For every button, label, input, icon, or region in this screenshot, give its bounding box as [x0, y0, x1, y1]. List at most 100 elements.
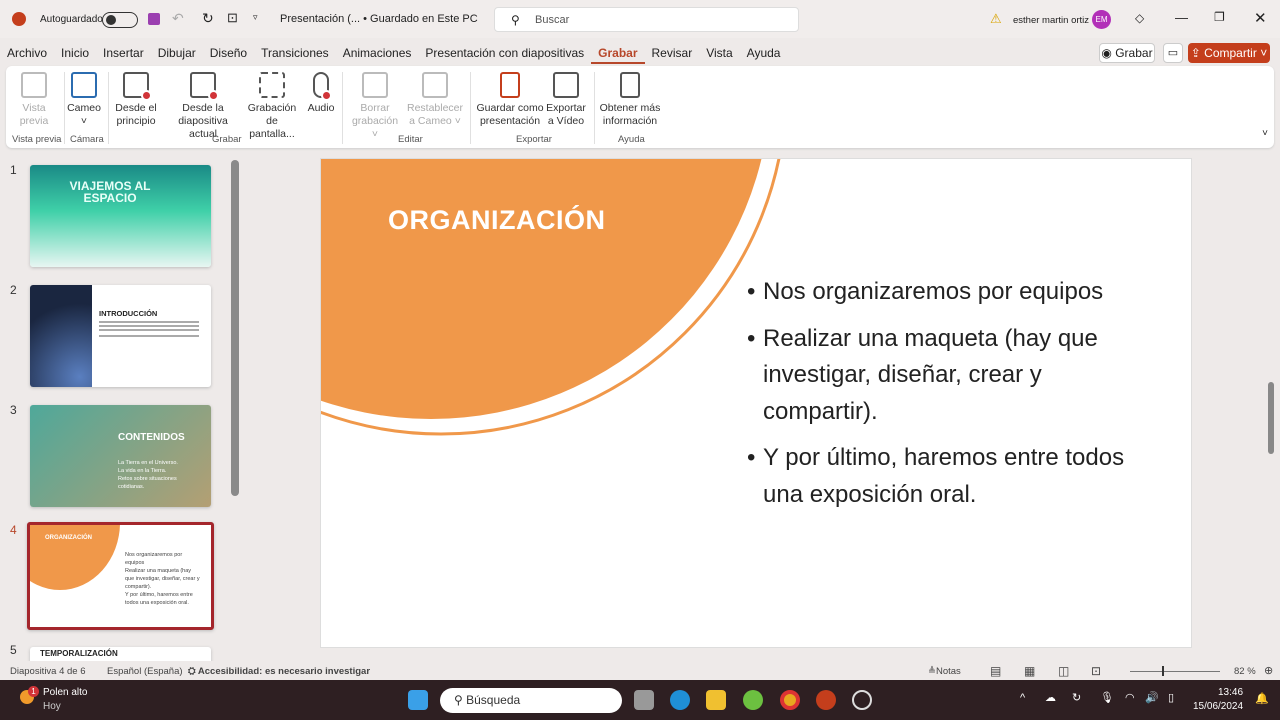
record-from-start-icon	[123, 72, 152, 101]
tray-overflow-icon[interactable]: ^	[1020, 692, 1025, 704]
battery-icon[interactable]: ▯	[1168, 691, 1174, 704]
sync-icon[interactable]: ↻	[1072, 691, 1081, 704]
customize-icon[interactable]: ▿	[253, 12, 258, 23]
save-as-show-button[interactable]: Guardar como presentación	[476, 72, 544, 128]
close-icon[interactable]: ✕	[1254, 9, 1267, 27]
notifications-icon[interactable]: 🔔	[1255, 692, 1269, 705]
from-current-button[interactable]: Desde la diapositiva actual	[166, 72, 240, 141]
thumbnail-slide-3[interactable]: CONTENIDOS La Tierra en el Universo. La v…	[30, 405, 211, 507]
save-as-show-icon	[500, 72, 520, 98]
wifi-icon[interactable]: ◠	[1125, 691, 1135, 704]
powerpoint-taskbar-icon[interactable]	[816, 690, 836, 710]
slide-canvas[interactable]: ORGANIZACIÓN Nos organizaremos por equip…	[320, 158, 1192, 648]
editor-scrollbar[interactable]	[1268, 382, 1274, 454]
slide-thumbnails-pane: 1 VIAJEMOS AL ESPACIO 2 INTRODUCCIÓN 3 C…	[0, 155, 230, 661]
premium-diamond-icon[interactable]: ◇	[1135, 11, 1144, 25]
clock-time[interactable]: 13:46	[1218, 687, 1243, 698]
tab-revisar[interactable]: Revisar	[645, 42, 700, 64]
tab-insertar[interactable]: Insertar	[96, 42, 151, 64]
clear-recording-button[interactable]: Borrar grabación ˅	[350, 72, 400, 141]
record-button[interactable]: ◉ Grabar	[1099, 43, 1155, 63]
tab-grabar[interactable]: Grabar	[591, 42, 645, 64]
accessibility-status[interactable]: ⛭ Accesibilidad: es necesario investigar	[188, 666, 370, 677]
tab-ayuda[interactable]: Ayuda	[740, 42, 788, 64]
comments-button[interactable]: ▭	[1163, 43, 1183, 63]
preview-button[interactable]: Vista previa	[16, 72, 52, 128]
notes-button[interactable]: ≜Notas	[928, 666, 961, 677]
bullet-item: Y por último, haremos entre todos una ex…	[747, 440, 1143, 513]
thumb-title: VIAJEMOS AL ESPACIO	[69, 179, 151, 205]
search-icon: ⚲	[511, 13, 520, 27]
autosave-toggle[interactable]	[102, 12, 138, 28]
slide-title: ORGANIZACIÓN	[388, 205, 606, 235]
ribbon: Vista previa Cameo ˅ Desde el principio …	[6, 66, 1274, 148]
volume-icon[interactable]: 🔊	[1145, 691, 1159, 704]
group-label-edit: Editar	[398, 134, 423, 145]
thumb-title: TEMPORALIZACIÓN	[40, 649, 118, 658]
powerpoint-logo-icon	[12, 12, 26, 26]
thumb-title: INTRODUCCIÓN	[99, 309, 158, 318]
zoom-level[interactable]: 82 %	[1234, 666, 1256, 677]
thumbnail-slide-1[interactable]: VIAJEMOS AL ESPACIO	[30, 165, 211, 267]
utorrent-icon[interactable]	[743, 690, 763, 710]
tab-animaciones[interactable]: Animaciones	[336, 42, 419, 64]
microphone-tray-icon[interactable]: 🎙	[1100, 691, 1114, 704]
title-bar: Autoguardado ↶ ↻ ⊡ ▿ Presentación (... •…	[0, 0, 1280, 38]
clock-date[interactable]: 15/06/2024	[1193, 701, 1243, 712]
autosave-label: Autoguardado	[40, 14, 103, 25]
tab-dibujar[interactable]: Dibujar	[151, 42, 203, 64]
task-view-icon[interactable]	[634, 690, 654, 710]
file-explorer-icon[interactable]	[706, 690, 726, 710]
sorter-view-icon[interactable]: ▦	[1024, 664, 1035, 678]
reading-view-icon[interactable]: ◫	[1058, 664, 1069, 678]
help-book-icon	[620, 72, 640, 98]
thumbnail-slide-5[interactable]: TEMPORALIZACIÓN	[30, 647, 211, 661]
minimize-icon[interactable]: —	[1175, 10, 1188, 25]
redo-icon[interactable]: ↻	[202, 10, 214, 27]
screen-recording-button[interactable]: Grabación de pantalla...	[244, 72, 300, 141]
warning-icon[interactable]: ⚠	[990, 11, 1002, 27]
windows-start-icon[interactable]	[408, 690, 428, 710]
restore-icon[interactable]: ❐	[1214, 10, 1225, 24]
chrome-icon[interactable]	[780, 690, 800, 710]
edge-icon[interactable]	[670, 690, 690, 710]
chatgpt-icon[interactable]	[852, 690, 872, 710]
from-start-button[interactable]: Desde el principio	[110, 72, 162, 128]
export-video-button[interactable]: Exportar a Vídeo	[544, 72, 588, 128]
weather-title[interactable]: Polen alto	[43, 687, 87, 698]
undo-icon[interactable]: ↶	[172, 10, 184, 27]
avatar[interactable]: EM	[1092, 10, 1111, 29]
group-label-export: Exportar	[516, 134, 552, 145]
tab-archivo[interactable]: Archivo	[0, 42, 54, 64]
audio-button[interactable]: Audio	[304, 72, 338, 115]
tab-presentacion[interactable]: Presentación con diapositivas	[418, 42, 591, 64]
thumbnail-slide-2[interactable]: INTRODUCCIÓN	[30, 285, 211, 387]
tab-inicio[interactable]: Inicio	[54, 42, 96, 64]
document-title[interactable]: Presentación (... • Guardado en Este PC	[280, 13, 478, 25]
more-info-button[interactable]: Obtener más información	[598, 72, 662, 128]
group-label-camera: Cámara	[70, 134, 104, 145]
search-box[interactable]: ⚲ Buscar	[494, 7, 799, 32]
weather-subtitle: Hoy	[43, 701, 61, 712]
cameo-button[interactable]: Cameo ˅	[66, 72, 102, 128]
thumb-number: 2	[10, 283, 17, 297]
taskbar-search[interactable]: ⚲ Búsqueda	[440, 688, 622, 713]
collapse-ribbon-icon[interactable]: ˅	[1262, 128, 1268, 139]
share-button[interactable]: ⇪ Compartir ˅	[1188, 43, 1270, 63]
zoom-slider[interactable]	[1130, 666, 1220, 676]
save-icon[interactable]	[148, 13, 160, 25]
normal-view-icon[interactable]: ▤	[990, 664, 1001, 678]
fit-slide-icon[interactable]: ⊕	[1264, 664, 1273, 677]
tab-vista[interactable]: Vista	[699, 42, 739, 64]
ribbon-tabs: Archivo Inicio Insertar Dibujar Diseño T…	[0, 42, 787, 64]
present-icon[interactable]: ⊡	[227, 10, 238, 26]
tab-diseno[interactable]: Diseño	[203, 42, 254, 64]
tab-transiciones[interactable]: Transiciones	[254, 42, 336, 64]
slideshow-view-icon[interactable]: ⊡	[1091, 664, 1101, 678]
reset-cameo-button[interactable]: Restablecer a Cameo ˅	[406, 72, 464, 128]
thumbnails-scrollbar[interactable]	[231, 160, 239, 496]
thumb-number: 5	[10, 643, 17, 657]
language[interactable]: Español (España)	[107, 666, 183, 677]
onedrive-icon[interactable]: ☁	[1045, 691, 1056, 704]
thumbnail-slide-4-selected[interactable]: ORGANIZACIÓN Nos organizaremos por equip…	[27, 522, 214, 630]
